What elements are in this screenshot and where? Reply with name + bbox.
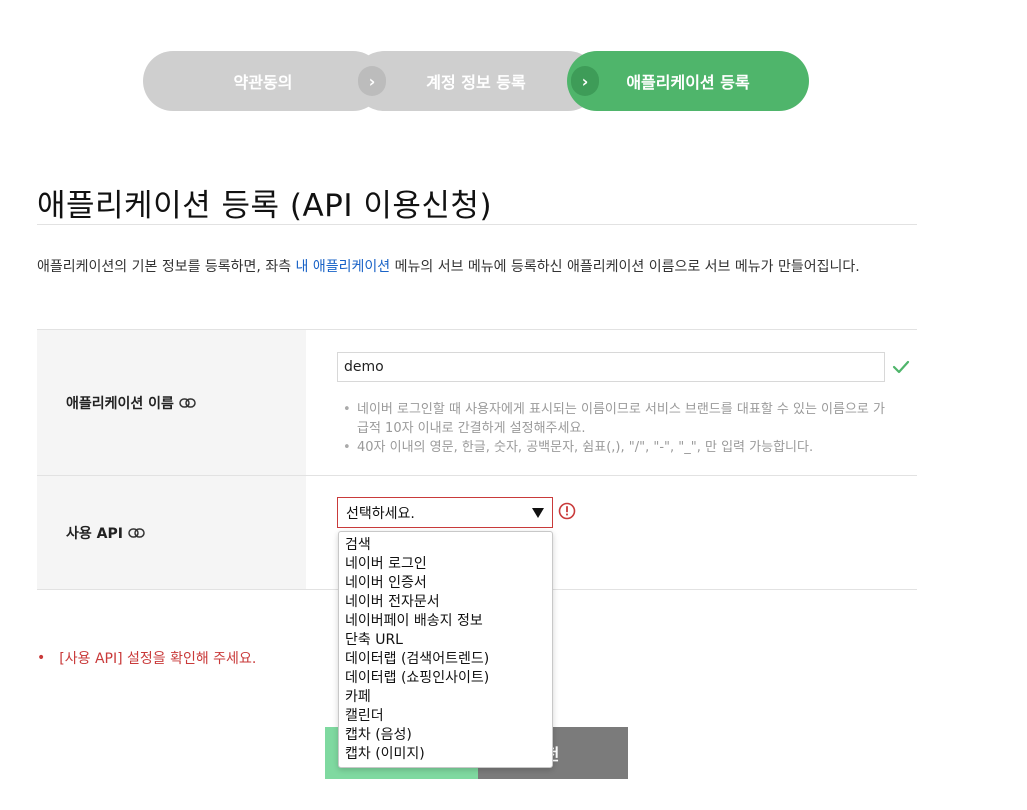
dropdown-option[interactable]: 캡차 (이미지) <box>339 745 552 764</box>
app-name-label-cell: 애플리케이션 이름 <box>37 330 306 475</box>
app-name-hints: 네이버 로그인할 때 사용자에게 표시되는 이름이므로 서비스 브랜드를 대표할… <box>341 400 891 457</box>
app-name-label: 애플리케이션 이름 <box>66 395 174 412</box>
dropdown-option[interactable]: 데이터랩 (쇼핑인사이트) <box>339 669 552 688</box>
app-name-input[interactable]: demo <box>337 352 885 382</box>
step-label: 계정 정보 등록 <box>426 73 526 92</box>
link-icon[interactable] <box>179 397 196 408</box>
dropdown-option[interactable]: 단축 URL <box>339 631 552 650</box>
dropdown-option[interactable]: 네이버 로그인 <box>339 555 552 574</box>
link-icon[interactable] <box>128 527 145 538</box>
dropdown-option[interactable]: 데이터랩 (검색어트렌드) <box>339 650 552 669</box>
api-select-value: 선택하세요. <box>346 505 415 522</box>
error-text: [사용 API] 설정을 확인해 주세요. <box>59 651 257 667</box>
api-dropdown-list: 검색 네이버 로그인 네이버 인증서 네이버 전자문서 네이버페이 배송지 정보… <box>338 531 553 768</box>
step-label: 약관동의 <box>233 73 293 92</box>
step-label: 애플리케이션 등록 <box>626 73 750 92</box>
dropdown-option[interactable]: 네이버 전자문서 <box>339 593 552 612</box>
app-name-row: 애플리케이션 이름 demo 네이버 로그인할 때 사용자에게 표시되는 이름이… <box>37 329 917 475</box>
page-description: 애플리케이션의 기본 정보를 등록하면, 좌측 내 애플리케이션 메뉴의 서브 … <box>37 253 922 281</box>
dropdown-option[interactable]: 네이버 인증서 <box>339 574 552 593</box>
registration-steps: 약관동의 계정 정보 등록 애플리케이션 등록 › › <box>143 51 809 111</box>
api-label: 사용 API <box>66 525 123 542</box>
alert-circle-icon <box>558 502 576 524</box>
dropdown-option[interactable]: 캘린더 <box>339 707 552 726</box>
dropdown-option[interactable]: 캡차 (음성) <box>339 726 552 745</box>
error-bullet: • <box>37 650 46 666</box>
api-label-cell: 사용 API <box>37 476 306 589</box>
description-text: 애플리케이션의 기본 정보를 등록하면, 좌측 <box>37 259 296 275</box>
description-text: 메뉴의 서브 메뉴에 등록하신 애플리케이션 이름으로 서브 메뉴가 만들어집니… <box>390 259 860 275</box>
hint-item: 네이버 로그인할 때 사용자에게 표시되는 이름이므로 서비스 브랜드를 대표할… <box>341 400 891 438</box>
error-message: • [사용 API] 설정을 확인해 주세요. <box>37 648 256 668</box>
my-applications-link[interactable]: 내 애플리케이션 <box>296 259 391 275</box>
page-title: 애플리케이션 등록 (API 이용신청) <box>37 188 493 224</box>
dropdown-option[interactable]: 네이버페이 배송지 정보 <box>339 612 552 631</box>
title-divider <box>37 224 917 225</box>
chevron-right-icon: › <box>571 66 599 96</box>
step-app-registration: 애플리케이션 등록 <box>567 51 809 111</box>
step-terms-agreement: 약관동의 <box>143 51 383 111</box>
check-icon <box>892 359 910 378</box>
caret-down-icon <box>532 508 544 518</box>
dropdown-option[interactable]: 검색 <box>339 536 552 555</box>
dropdown-option[interactable]: 카페 <box>339 688 552 707</box>
api-select[interactable]: 선택하세요. <box>337 497 553 528</box>
hint-item: 40자 이내의 영문, 한글, 숫자, 공백문자, 쉼표(,), "/", "-… <box>341 438 891 457</box>
chevron-right-icon: › <box>358 66 386 96</box>
step-account-info: 계정 정보 등록 <box>354 51 598 111</box>
